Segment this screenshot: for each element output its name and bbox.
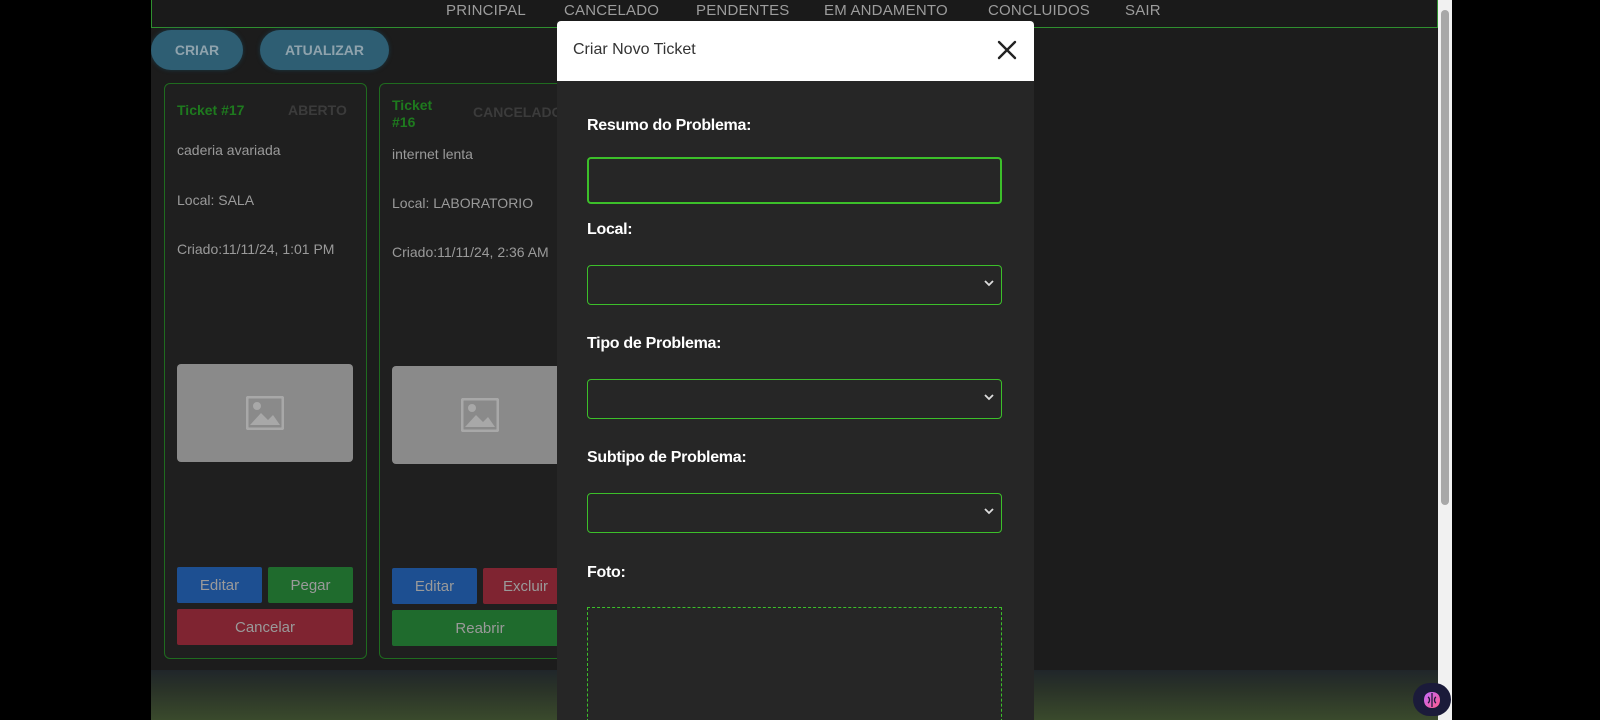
location-label: Local: — [587, 221, 633, 238]
location-select[interactable] — [587, 265, 1002, 305]
ticket-status: CANCELADO — [473, 104, 563, 120]
ticket-created: Criado:11/11/24, 1:01 PM — [177, 241, 335, 257]
nav-sair[interactable]: SAIR — [1125, 2, 1161, 19]
nav-cancelado[interactable]: CANCELADO — [564, 2, 659, 19]
chevron-down-icon — [984, 508, 994, 515]
modal-title: Criar Novo Ticket — [573, 41, 696, 58]
chevron-down-icon — [984, 280, 994, 287]
nav-principal[interactable]: PRINCIPAL — [446, 2, 526, 19]
chevron-down-icon — [984, 394, 994, 401]
create-button[interactable]: CRIAR — [151, 30, 243, 70]
extension-button[interactable] — [1413, 683, 1451, 716]
ticket-image-placeholder — [392, 366, 568, 464]
ticket-number-line2: #16 — [392, 114, 416, 130]
photo-dropzone[interactable] — [587, 607, 1002, 720]
close-icon — [997, 40, 1017, 60]
page-scrollbar[interactable] — [1438, 0, 1452, 720]
scrollbar-thumb[interactable] — [1441, 10, 1449, 505]
edit-button[interactable]: Editar — [392, 568, 477, 604]
ticket-image-placeholder — [177, 364, 353, 462]
nav-concluidos[interactable]: CONCLUIDOS — [988, 2, 1090, 19]
modal-header: Criar Novo Ticket — [557, 21, 1034, 81]
create-ticket-modal: Criar Novo Ticket Resumo do Problema: Lo… — [557, 21, 1034, 720]
ticket-created: Criado:11/11/24, 2:36 AM — [392, 244, 549, 260]
ticket-status: ABERTO — [288, 102, 347, 118]
take-button[interactable]: Pegar — [268, 567, 353, 603]
nav-pendentes[interactable]: PENDENTES — [696, 2, 790, 19]
delete-button[interactable]: Excluir — [483, 568, 568, 604]
cancel-ticket-button[interactable]: Cancelar — [177, 609, 353, 645]
problem-type-select[interactable] — [587, 379, 1002, 419]
problem-subtype-select[interactable] — [587, 493, 1002, 533]
refresh-button[interactable]: ATUALIZAR — [260, 30, 389, 70]
ticket-number-line1: Ticket — [392, 97, 433, 113]
summary-input[interactable] — [587, 157, 1002, 204]
ticket-summary: caderia avariada — [177, 142, 281, 158]
ticket-location: Local: LABORATORIO — [392, 195, 534, 211]
ticket-number: Ticket #17 — [177, 102, 245, 118]
summary-label: Resumo do Problema: — [587, 117, 752, 134]
nav-em-andamento[interactable]: EM ANDAMENTO — [824, 2, 948, 19]
photo-label: Foto: — [587, 564, 626, 581]
problem-subtype-label: Subtipo de Problema: — [587, 449, 747, 466]
edit-button[interactable]: Editar — [177, 567, 262, 603]
ticket-card: Ticket #16 CANCELADO internet lenta Loca… — [379, 83, 582, 659]
ticket-location: Local: SALA — [177, 192, 255, 208]
ticket-summary: internet lenta — [392, 146, 473, 162]
ticket-number: Ticket #16 — [392, 97, 432, 131]
problem-type-label: Tipo de Problema: — [587, 335, 722, 352]
image-placeholder-icon — [246, 396, 284, 430]
close-button[interactable] — [994, 37, 1020, 63]
extension-icon — [1424, 691, 1440, 708]
ticket-card: Ticket #17 ABERTO caderia avariada Local… — [164, 83, 367, 659]
image-placeholder-icon — [461, 398, 499, 432]
reopen-button[interactable]: Reabrir — [392, 610, 568, 646]
